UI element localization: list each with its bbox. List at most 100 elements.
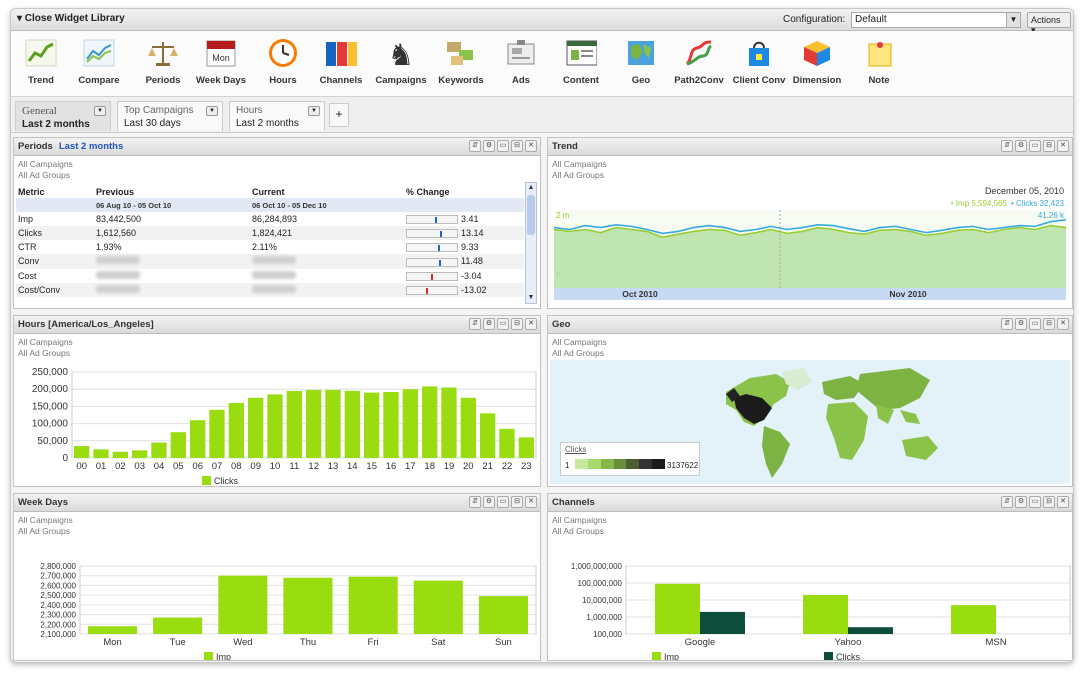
table-row[interactable]: Conv 11.48	[16, 254, 524, 269]
map-icon[interactable]	[625, 37, 657, 69]
bar-clicks-13[interactable]	[325, 389, 341, 458]
col-previous[interactable]: Previous	[94, 186, 250, 198]
widget-compare[interactable]: Compare	[69, 37, 129, 86]
bar-clicks-15[interactable]	[364, 392, 380, 458]
bar-imp-sat[interactable]	[413, 580, 463, 634]
bag-icon[interactable]	[743, 37, 775, 69]
table-row[interactable]: Cost/Conv -13.02	[16, 282, 524, 297]
table-view-icon[interactable]: ⊟	[511, 140, 523, 152]
weekdays-chart[interactable]: 2,100,0002,200,0002,300,0002,400,0002,50…	[14, 536, 540, 661]
legend-label[interactable]: Imp	[664, 652, 679, 661]
close-widget-library-button[interactable]: ▾ Close Widget Library	[17, 13, 125, 24]
table-view-icon[interactable]: ⊟	[1043, 496, 1055, 508]
bar-clicks-16[interactable]	[383, 392, 399, 458]
map-asia[interactable]	[856, 368, 930, 410]
table-row[interactable]: Imp 83,442,500 86,284,893 3.41	[16, 212, 524, 226]
settings-icon[interactable]: ⚙	[483, 318, 495, 330]
bar-imp-thu[interactable]	[283, 577, 333, 634]
swap-icon[interactable]: ⇵	[469, 140, 481, 152]
bar-clicks-14[interactable]	[344, 390, 360, 458]
tab-top-campaigns[interactable]: Top Campaigns Last 30 days ▼	[117, 101, 223, 131]
actions-button[interactable]: Actions ▾	[1027, 12, 1071, 35]
widget-path2conv[interactable]: Path2Conv	[669, 37, 729, 86]
maximize-icon[interactable]: ▭	[497, 496, 509, 508]
bar-imp-fri[interactable]	[348, 576, 398, 634]
maximize-icon[interactable]: ▭	[1029, 318, 1041, 330]
bar-imp-wed[interactable]	[218, 575, 268, 634]
tab-hours[interactable]: Hours Last 2 months ▼	[229, 101, 325, 131]
map-south-america[interactable]	[762, 426, 790, 478]
bar-imp-mon[interactable]	[88, 626, 138, 634]
widget-dimension[interactable]: Dimension	[787, 37, 847, 86]
close-icon[interactable]: ✕	[525, 140, 537, 152]
maximize-icon[interactable]: ▭	[497, 140, 509, 152]
close-icon[interactable]: ✕	[525, 318, 537, 330]
maximize-icon[interactable]: ▭	[497, 318, 509, 330]
maximize-icon[interactable]: ▭	[1029, 140, 1041, 152]
widget-channels[interactable]: Channels	[311, 37, 371, 86]
bar-clicks-03[interactable]	[132, 450, 148, 458]
bar-clicks-22[interactable]	[499, 428, 515, 458]
calendar-icon[interactable]: Mon	[205, 37, 237, 69]
bar-imp-sun[interactable]	[478, 596, 528, 634]
bar-clicks-02[interactable]	[112, 451, 128, 458]
swap-icon[interactable]: ⇵	[1001, 318, 1013, 330]
bar-clicks-06[interactable]	[190, 420, 206, 458]
widget-hours[interactable]: Hours	[253, 37, 313, 86]
bar-clicks-09[interactable]	[248, 397, 264, 458]
bar-imp-yahoo[interactable]	[803, 594, 848, 634]
add-tab-button[interactable]: +	[329, 103, 349, 127]
table-row[interactable]: CTR 1.93% 2.11% 9.33	[16, 240, 524, 254]
bar-imp-google[interactable]	[655, 583, 700, 634]
maximize-icon[interactable]: ▭	[1029, 496, 1041, 508]
widget-client-conv[interactable]: Client Conv	[729, 37, 789, 86]
tab-menu-icon[interactable]: ▼	[94, 106, 106, 116]
close-icon[interactable]: ✕	[1057, 140, 1069, 152]
legend-label[interactable]: Clicks	[214, 476, 238, 486]
table-view-icon[interactable]: ⊟	[511, 496, 523, 508]
widget-campaigns[interactable]: ♞ Campaigns	[371, 37, 431, 86]
col-change[interactable]: % Change	[404, 186, 524, 198]
period-link[interactable]: Last 2 months	[59, 141, 123, 152]
trend-chart[interactable]: December 05, 2010 • Imp 5,594,565 • Clicks…	[548, 180, 1072, 309]
settings-icon[interactable]: ⚙	[483, 496, 495, 508]
tab-menu-icon[interactable]: ▼	[206, 106, 218, 116]
widget-note[interactable]: Note	[849, 37, 909, 86]
tab-menu-icon[interactable]: ▼	[308, 106, 320, 116]
close-icon[interactable]: ✕	[1057, 318, 1069, 330]
widget-periods[interactable]: Periods	[133, 37, 193, 86]
bar-clicks-07[interactable]	[209, 409, 225, 458]
widget-ads[interactable]: Ads	[491, 37, 551, 86]
channels-icon[interactable]	[325, 37, 357, 69]
ads-icon[interactable]	[505, 37, 537, 69]
bar-clicks-01[interactable]	[93, 449, 109, 458]
table-view-icon[interactable]: ⊟	[1043, 140, 1055, 152]
widget-content[interactable]: Content	[551, 37, 611, 86]
scroll-thumb[interactable]	[527, 195, 535, 235]
chess-knight-icon[interactable]: ♞	[385, 37, 417, 69]
close-icon[interactable]: ✕	[1057, 496, 1069, 508]
bar-clicks-19[interactable]	[441, 387, 457, 459]
scale-icon[interactable]	[147, 37, 179, 69]
bar-clicks-04[interactable]	[151, 442, 167, 459]
bar-clicks-yahoo[interactable]	[848, 627, 893, 634]
bar-clicks-10[interactable]	[267, 394, 283, 458]
col-metric[interactable]: Metric	[16, 186, 94, 198]
tab-general[interactable]: General Last 2 months ▼	[15, 101, 111, 131]
widget-week-days[interactable]: Mon Week Days	[191, 37, 251, 86]
bar-clicks-google[interactable]	[700, 611, 745, 634]
legend-label[interactable]: Imp	[216, 652, 231, 661]
clock-icon[interactable]	[267, 37, 299, 69]
bar-clicks-18[interactable]	[422, 386, 438, 458]
settings-icon[interactable]: ⚙	[483, 140, 495, 152]
world-map[interactable]: Clicks 1 3137622	[550, 360, 1070, 484]
compare-chart-icon[interactable]	[83, 37, 115, 69]
chevron-down-icon[interactable]: ▼	[1006, 13, 1020, 27]
table-scrollbar[interactable]: ▲ ▼	[525, 182, 537, 304]
bar-imp-tue[interactable]	[153, 617, 203, 635]
settings-icon[interactable]: ⚙	[1015, 318, 1027, 330]
table-row[interactable]: Cost -3.04	[16, 269, 524, 283]
table-row[interactable]: Clicks 1,612,560 1,824,421 13.14	[16, 226, 524, 241]
hours-chart[interactable]: 0 50,000 100,000 150,000 200,000 250,000 00 01 0…	[14, 358, 540, 487]
bar-clicks-00[interactable]	[74, 446, 90, 458]
